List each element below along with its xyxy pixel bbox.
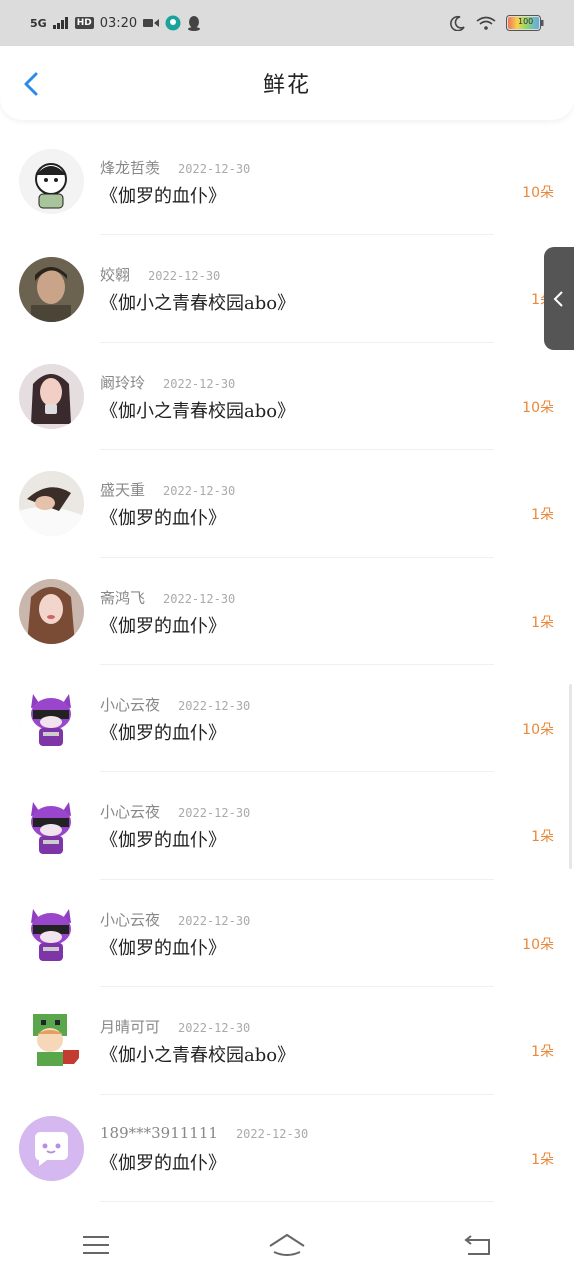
chevron-left-icon (24, 72, 38, 96)
back-nav-button[interactable] (454, 1225, 502, 1265)
book-title[interactable]: 《伽罗的血仆》 (100, 934, 226, 960)
meta-line: 盛天重 2022-12-30 (100, 479, 235, 500)
book-title[interactable]: 《伽小之青春校园abo》 (100, 1041, 295, 1067)
wifi-icon (476, 16, 496, 30)
scrollbar[interactable] (569, 684, 572, 869)
gift-date: 2022-12-30 (178, 162, 251, 176)
side-drawer-tab[interactable] (544, 247, 574, 350)
flower-count: 1朵 (531, 829, 554, 846)
flower-count: 1朵 (531, 1151, 554, 1168)
battery-icon: 100 (506, 15, 544, 31)
meta-line: 小心云夜 2022-12-30 (100, 694, 250, 715)
list-item[interactable]: 189***3911111 2022-12-30 《伽罗的血仆》 1朵 (0, 1095, 574, 1202)
gift-date: 2022-12-30 (178, 913, 251, 928)
avatar[interactable] (19, 578, 84, 644)
user-name[interactable]: 小心云夜 (100, 694, 160, 715)
header: 鲜花 (0, 46, 574, 120)
meta-line: 月晴可可 2022-12-30 (100, 1016, 250, 1037)
gift-date: 2022-12-30 (178, 1021, 251, 1036)
gift-date: 2022-12-30 (163, 376, 236, 391)
user-name[interactable]: 斋鸿飞 (100, 587, 145, 608)
video-icon (143, 17, 160, 29)
flower-count: 10朵 (522, 185, 554, 201)
list-item[interactable]: 盛天重 2022-12-30 《伽罗的血仆》 1朵 (0, 450, 574, 558)
avatar[interactable] (19, 900, 84, 966)
book-title[interactable]: 《伽罗的血仆》 (100, 612, 226, 638)
avatar[interactable] (19, 1115, 84, 1181)
meta-line: 小心云夜 2022-12-30 (100, 801, 250, 822)
book-title[interactable]: 《伽罗的血仆》 (100, 719, 226, 745)
gift-date: 2022-12-30 (163, 484, 236, 499)
gift-date: 2022-12-30 (148, 269, 221, 284)
user-name[interactable]: 姣翱 (100, 264, 130, 285)
user-name[interactable]: 小心云夜 (100, 801, 160, 822)
user-name[interactable]: 盛天重 (100, 479, 145, 500)
gift-date: 2022-12-30 (178, 698, 251, 713)
gift-list: 烽龙哲羡 2022-12-30 《伽罗的血仆》 10朵 姣翱 2022-12-30 《伽小之… (0, 128, 574, 1202)
moon-icon (450, 15, 466, 31)
user-name[interactable]: 烽龙哲羡 (100, 157, 160, 178)
meta-line: 烽龙哲羡 2022-12-30 (100, 157, 250, 178)
list-item[interactable]: 烽龙哲羡 2022-12-30 《伽罗的血仆》 10朵 (0, 128, 574, 236)
avatar[interactable] (19, 363, 84, 429)
qq-icon (187, 15, 201, 31)
book-title[interactable]: 《伽小之青春校园abo》 (100, 397, 295, 423)
meta-line: 小心云夜 2022-12-30 (100, 909, 250, 930)
meta-line: 阚玲玲 2022-12-30 (100, 372, 235, 393)
battery-level: 100 (518, 17, 534, 26)
status-bar: 5G HD 03:20 100 (0, 0, 574, 46)
user-name[interactable]: 月晴可可 (100, 1016, 160, 1037)
avatar[interactable] (19, 686, 84, 752)
avatar[interactable] (19, 793, 84, 859)
user-name[interactable]: 阚玲玲 (100, 372, 145, 393)
flower-count: 1朵 (531, 614, 554, 631)
flower-count: 1朵 (531, 1044, 554, 1061)
clock: 03:20 (99, 15, 138, 31)
book-title[interactable]: 《伽罗的血仆》 (100, 504, 226, 530)
list-item[interactable]: 小心云夜 2022-12-30 《伽罗的血仆》 10朵 (0, 665, 574, 773)
book-title[interactable]: 《伽罗的血仆》 (100, 826, 226, 852)
back-button[interactable] (18, 70, 46, 98)
avatar[interactable] (19, 1008, 84, 1074)
user-name[interactable]: 189***3911111 (100, 1124, 218, 1142)
user-name[interactable]: 小心云夜 (100, 909, 160, 930)
flower-count: 10朵 (522, 936, 554, 953)
page-title: 鲜花 (262, 73, 311, 98)
list-item[interactable]: 月晴可可 2022-12-30 《伽小之青春校园abo》 1朵 (0, 987, 574, 1095)
signal-bars-icon (52, 17, 69, 29)
book-title[interactable]: 《伽罗的血仆》 (100, 182, 226, 208)
gift-date: 2022-12-30 (235, 1126, 309, 1141)
signal-indicator: 5G (30, 16, 47, 30)
menu-icon (82, 1236, 109, 1254)
list-item[interactable]: 小心云夜 2022-12-30 《伽罗的血仆》 10朵 (0, 880, 574, 988)
home-button[interactable] (263, 1225, 311, 1265)
gift-date: 2022-12-30 (163, 591, 236, 606)
hd-badge: HD (74, 17, 94, 29)
chevron-left-icon (553, 290, 563, 307)
list-item[interactable]: 阚玲玲 2022-12-30 《伽小之青春校园abo》 10朵 (0, 343, 574, 451)
flower-count: 10朵 (522, 399, 554, 416)
meta-line: 189***3911111 2022-12-30 (100, 1124, 308, 1142)
gift-date: 2022-12-30 (178, 806, 251, 821)
meta-line: 斋鸿飞 2022-12-30 (100, 587, 235, 608)
list-item[interactable]: 斋鸿飞 2022-12-30 《伽罗的血仆》 1朵 (0, 558, 574, 665)
avatar[interactable] (19, 149, 84, 215)
divider (100, 1200, 494, 1202)
menu-button[interactable] (72, 1225, 120, 1265)
flower-count: 1朵 (531, 507, 554, 524)
book-title[interactable]: 《伽小之青春校园abo》 (100, 289, 295, 315)
return-icon (464, 1235, 491, 1255)
list-item[interactable]: 姣翱 2022-12-30 《伽小之青春校园abo》 1朵 (0, 235, 574, 343)
flower-count: 10朵 (522, 721, 554, 738)
system-nav-bar (0, 1210, 574, 1280)
meta-line: 姣翱 2022-12-30 (100, 264, 220, 285)
avatar[interactable] (19, 256, 84, 322)
app-notification-icon (165, 15, 181, 31)
list-item[interactable]: 小心云夜 2022-12-30 《伽罗的血仆》 1朵 (0, 772, 574, 880)
book-title[interactable]: 《伽罗的血仆》 (100, 1149, 226, 1175)
home-icon (269, 1233, 305, 1256)
avatar[interactable] (19, 471, 84, 537)
